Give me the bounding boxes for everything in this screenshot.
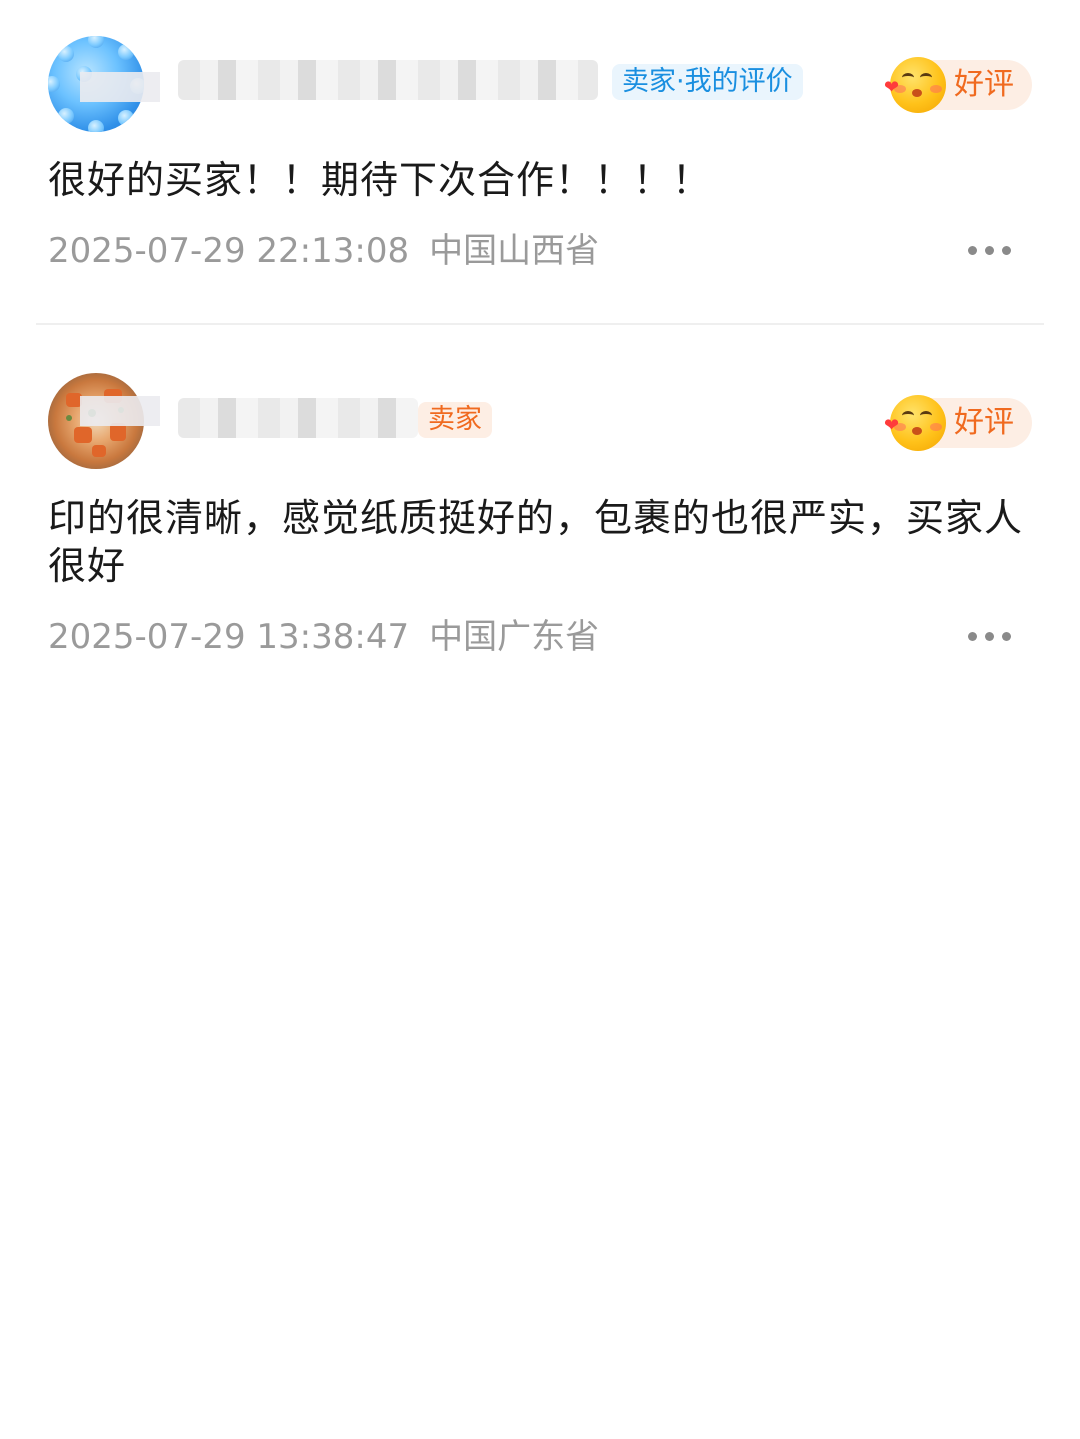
review-meta: 2025-07-29 13:38:47 中国广东省: [48, 617, 599, 657]
username-blurred[interactable]: [178, 398, 418, 438]
more-dots-icon[interactable]: [968, 632, 1012, 642]
username-blurred[interactable]: [178, 60, 598, 100]
review-comment: 印的很清晰，感觉纸质挺好的，包裹的也很严实，买家人很好: [48, 496, 1024, 588]
rating-badge: ❤ 好评: [884, 57, 1032, 113]
seller-tag: 卖家: [418, 402, 492, 438]
review-meta: 2025-07-29 22:13:08 中国山西省: [48, 231, 599, 271]
review-comment: 很好的买家！！期待下次合作！！！！: [48, 158, 712, 202]
smiling-face-emoji-icon: ❤: [884, 395, 946, 451]
more-dots-icon[interactable]: [968, 246, 1012, 256]
avatar-blur-overlay: [80, 72, 160, 102]
smiling-face-emoji-icon: ❤: [884, 57, 946, 113]
review-location: 中国山西省: [429, 231, 600, 271]
review-timestamp: 2025-07-29 13:38:47: [48, 617, 410, 657]
review-location: 中国广东省: [429, 617, 600, 657]
review-list-page: 卖家·我的评价 ❤ 好评 很好的买家！！期待下次合作！！！！ 2025-07-2…: [0, 0, 1080, 1439]
divider: [36, 323, 1044, 325]
review-timestamp: 2025-07-29 22:13:08: [48, 231, 410, 271]
review-card: 卖家·我的评价 ❤ 好评 很好的买家！！期待下次合作！！！！ 2025-07-2…: [0, 0, 1080, 324]
rating-label: 好评: [954, 67, 1014, 102]
seller-my-review-tag: 卖家·我的评价: [612, 64, 803, 100]
rating-label: 好评: [954, 405, 1014, 440]
review-card: 卖家 ❤ 好评 印的很清晰，感觉纸质挺好的，包裹的也很严实，买家人很好 2025…: [0, 326, 1080, 686]
rating-badge: ❤ 好评: [884, 395, 1032, 451]
avatar-blur-overlay: [80, 396, 160, 426]
